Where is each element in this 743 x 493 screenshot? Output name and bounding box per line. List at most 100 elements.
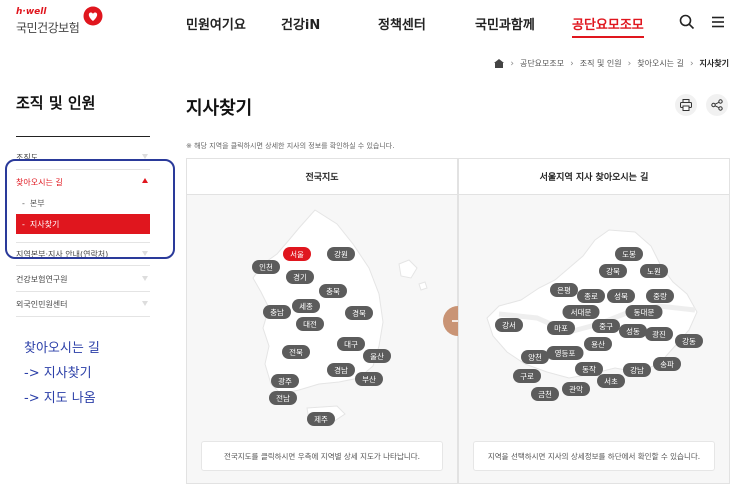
svg-text:구로: 구로 xyxy=(520,372,534,381)
svg-text:울산: 울산 xyxy=(370,351,384,361)
lnb-item-label: 외국인민원센터 xyxy=(16,300,68,309)
district-pill-9[interactable]: 동대문 xyxy=(625,305,663,319)
district-pill-8[interactable]: 서대문 xyxy=(562,305,600,319)
lnb-item-research-institute[interactable]: 건강보험연구원 xyxy=(16,268,150,292)
nav-item-1[interactable]: 민원여기요 xyxy=(186,14,246,33)
svg-text:광주: 광주 xyxy=(278,376,292,386)
svg-text:성동: 성동 xyxy=(626,327,640,336)
region-pill-2[interactable]: 강원 xyxy=(327,247,355,261)
info-text: ※ 해당 지역을 클릭하시면 상세한 지사의 정보를 확인하실 수 있습니다. xyxy=(186,142,395,150)
svg-text:도봉: 도봉 xyxy=(622,250,636,259)
region-pill-17[interactable]: 제주 xyxy=(307,412,335,426)
breadcrumb-separator: › xyxy=(570,58,574,69)
svg-text:용산: 용산 xyxy=(591,339,605,349)
lnb-item-foreigner-center[interactable]: 외국인민원센터 xyxy=(16,293,150,317)
lnb-title: 조직 및 인원 xyxy=(16,94,96,112)
svg-text:경남: 경남 xyxy=(334,365,348,375)
search-icon[interactable] xyxy=(679,14,695,30)
region-pill-15[interactable]: 광주 xyxy=(271,374,299,388)
logo[interactable]: h·well 국민건강보험 xyxy=(16,8,80,36)
region-pill-4[interactable]: 경기 xyxy=(286,270,314,284)
nav-item-4[interactable]: 국민과함께 xyxy=(475,14,535,33)
region-pill-12[interactable]: 울산 xyxy=(363,349,391,363)
district-pill-3[interactable]: 노원 xyxy=(640,264,668,278)
home-icon[interactable] xyxy=(494,59,505,68)
svg-text:세종: 세종 xyxy=(299,302,313,311)
region-pill-13[interactable]: 경남 xyxy=(327,363,355,377)
menu-icon[interactable] xyxy=(710,14,726,30)
svg-text:서대문: 서대문 xyxy=(571,308,592,317)
logo-heart-icon xyxy=(83,6,103,26)
page-title: 지사찾기 xyxy=(186,98,253,119)
district-pill-14[interactable]: 광진 xyxy=(645,327,673,341)
district-pill-24[interactable]: 관악 xyxy=(562,382,590,396)
district-pill-19[interactable]: 구로 xyxy=(513,369,541,383)
region-pill-7[interactable]: 충남 xyxy=(263,305,291,319)
breadcrumb-item-2[interactable]: 조직 및 인원 xyxy=(580,58,622,69)
region-pill-16[interactable]: 전남 xyxy=(269,391,297,405)
nav-item-3[interactable]: 정책센터 xyxy=(378,14,426,33)
nav-item-5[interactable]: 공단요모조모 xyxy=(572,14,644,38)
breadcrumb-current: 지사찾기 xyxy=(699,59,729,68)
highlight-annotation-box xyxy=(5,159,175,259)
svg-text:금천: 금천 xyxy=(538,389,552,399)
district-pill-1[interactable]: 도봉 xyxy=(615,247,643,261)
national-map-panel: 전국지도 서울 강원 인천 경기 충북 세종 충남 경북 대전 대구 전북 울산 경남 부산 광주 전남 제주 … xyxy=(186,158,458,484)
district-pill-11[interactable]: 마포 xyxy=(547,321,575,335)
svg-text:영등포: 영등포 xyxy=(555,348,576,358)
district-pill-4[interactable]: 은평 xyxy=(550,283,578,297)
svg-text:경기: 경기 xyxy=(293,272,307,282)
district-pill-18[interactable]: 용산 xyxy=(584,337,612,351)
district-pill-21[interactable]: 강남 xyxy=(623,363,651,377)
breadcrumb-separator: › xyxy=(510,58,514,69)
district-pill-12[interactable]: 중구 xyxy=(592,319,620,333)
breadcrumb-item-3[interactable]: 찾아오시는 길 xyxy=(637,58,684,69)
region-pill-1[interactable]: 서울 xyxy=(283,247,311,261)
district-pill-13[interactable]: 성동 xyxy=(619,324,647,338)
svg-text:마포: 마포 xyxy=(554,324,568,333)
district-pill-23[interactable]: 금천 xyxy=(531,387,559,401)
region-pill-14[interactable]: 부산 xyxy=(355,372,383,386)
breadcrumb: › 공단요모조모 › 조직 및 인원 › 찾아오시는 길 › 지사찾기 xyxy=(494,58,729,69)
svg-text:은평: 은평 xyxy=(557,285,571,295)
district-pill-22[interactable]: 송파 xyxy=(653,357,681,371)
seoul-map-panel: 서울지역 지사 찾아오시는 길 도봉강북 노원은평 종로 성북 중랑서대문 동대문강서 마포… xyxy=(458,158,730,484)
svg-text:중랑: 중랑 xyxy=(653,292,667,301)
region-pill-10[interactable]: 대구 xyxy=(337,337,365,351)
svg-text:강서: 강서 xyxy=(502,320,516,330)
region-pill-3[interactable]: 인천 xyxy=(252,260,280,274)
district-pill-20[interactable]: 동작 xyxy=(575,362,603,376)
district-pill-10[interactable]: 강서 xyxy=(495,318,523,332)
svg-text:중구: 중구 xyxy=(599,322,613,331)
svg-text:성북: 성북 xyxy=(614,292,628,301)
region-pill-5[interactable]: 충북 xyxy=(319,284,347,298)
district-pill-16[interactable]: 양천 xyxy=(521,350,549,364)
district-pill-6[interactable]: 성북 xyxy=(607,289,635,303)
seoul-map[interactable]: 도봉강북 노원은평 종로 성북 중랑서대문 동대문강서 마포 중구성동 광진강동양천 영등포 용산구… xyxy=(459,196,729,436)
district-pill-25[interactable]: 서초 xyxy=(597,374,625,388)
share-button[interactable] xyxy=(706,94,728,116)
breadcrumb-item-1[interactable]: 공단요모조모 xyxy=(520,58,564,69)
nav-item-2[interactable]: 건강iN xyxy=(281,14,320,33)
district-pill-15[interactable]: 강동 xyxy=(675,334,703,348)
region-pill-11[interactable]: 전북 xyxy=(282,345,310,359)
annotation-note-line-2: -> 지사찾기 xyxy=(24,366,92,381)
korea-map[interactable]: 서울 강원인천경기충북세종 충남 경북대전대구전북 울산경남부산 광주전남제주 xyxy=(187,196,457,436)
district-pill-2[interactable]: 강북 xyxy=(599,264,627,278)
seoul-map-title: 서울지역 지사 찾아오시는 길 xyxy=(459,159,729,195)
district-pill-17[interactable]: 영등포 xyxy=(546,346,584,360)
svg-text:노원: 노원 xyxy=(647,267,661,276)
region-pill-6[interactable]: 세종 xyxy=(292,299,320,313)
breadcrumb-separator: › xyxy=(689,58,694,69)
region-pill-9[interactable]: 대전 xyxy=(296,317,324,331)
svg-text:전북: 전북 xyxy=(289,347,303,357)
annotation-note-line-3: -> 지도 나옴 xyxy=(24,391,96,406)
print-button[interactable] xyxy=(675,94,697,116)
district-pill-7[interactable]: 중랑 xyxy=(646,289,674,303)
dokdo-island-shape xyxy=(418,281,428,291)
district-pill-5[interactable]: 종로 xyxy=(577,289,605,303)
region-pill-8[interactable]: 경북 xyxy=(345,306,373,320)
breadcrumb-separator: › xyxy=(627,58,632,69)
svg-text:동대문: 동대문 xyxy=(634,308,655,317)
svg-text:양천: 양천 xyxy=(528,352,542,362)
